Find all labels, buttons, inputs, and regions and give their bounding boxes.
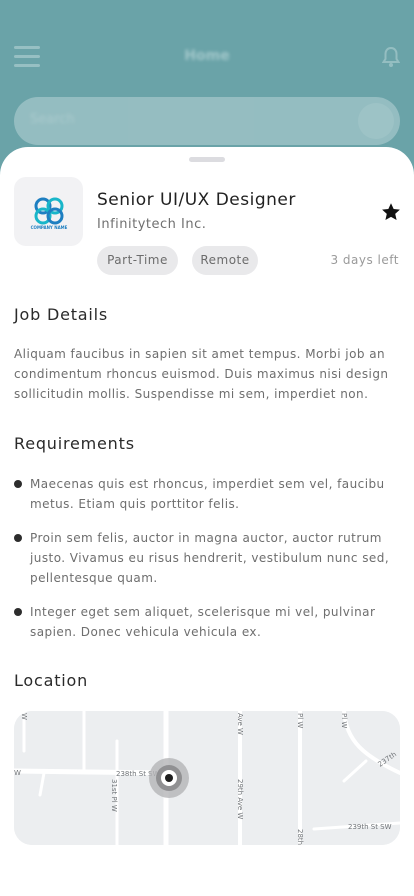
location-heading: Location xyxy=(14,671,89,690)
street-label: Pl W xyxy=(340,713,348,728)
star-icon[interactable] xyxy=(380,201,402,223)
background-title: Home xyxy=(184,48,230,64)
job-detail-sheet: COMPANY NAME Senior UI/UX Designer Infin… xyxy=(0,147,414,896)
bell-icon[interactable] xyxy=(382,46,400,68)
street-label: W xyxy=(20,713,28,720)
bottom-fade xyxy=(0,856,414,896)
company-logo: COMPANY NAME xyxy=(14,177,83,246)
location-map[interactable]: 238th St SW 31st Pl W 29th Ave W Ave W P… xyxy=(14,711,400,845)
map-graphic: 238th St SW 31st Pl W 29th Ave W Ave W P… xyxy=(14,711,400,845)
bullet-icon xyxy=(14,534,22,542)
location-pin-icon xyxy=(149,758,189,798)
search-input[interactable]: Search xyxy=(14,97,400,145)
street-label: 28th xyxy=(296,829,304,845)
logo-wordmark: COMPANY NAME xyxy=(30,225,67,230)
street-label: Pl W xyxy=(296,713,304,728)
tag-part-time[interactable]: Part-Time xyxy=(97,246,178,275)
street-label: 29th Ave W xyxy=(236,779,244,819)
requirement-text: Maecenas quis est rhoncus, imperdiet sem… xyxy=(30,477,385,511)
job-details-heading: Job Details xyxy=(14,305,109,324)
street-label: Ave W xyxy=(236,713,244,735)
search-icon[interactable] xyxy=(358,103,394,139)
street-label: W xyxy=(14,769,21,777)
bullet-icon xyxy=(14,608,22,616)
requirements-heading: Requirements xyxy=(14,434,135,453)
search-placeholder: Search xyxy=(30,112,75,127)
job-title: Senior UI/UX Designer xyxy=(97,190,296,210)
drag-handle[interactable] xyxy=(189,157,225,162)
requirement-text: Proin sem felis, auctor in magna auctor,… xyxy=(30,531,390,585)
company-logo-icon: COMPANY NAME xyxy=(30,197,67,230)
job-details-text: Aliquam faucibus in sapien sit amet temp… xyxy=(14,347,389,401)
bullet-icon xyxy=(14,480,22,488)
app-screen: Home Search COMPANY NAME Senior UI/UX De… xyxy=(0,0,414,896)
requirement-text: Integer eget sem aliquet, scelerisque mi… xyxy=(30,605,376,639)
street-label: 31st Pl W xyxy=(110,779,118,812)
days-left: 3 days left xyxy=(330,253,399,267)
tag-remote[interactable]: Remote xyxy=(192,246,258,275)
street-label: 239th St SW xyxy=(348,823,392,831)
company-name: Infinitytech Inc. xyxy=(97,217,207,232)
